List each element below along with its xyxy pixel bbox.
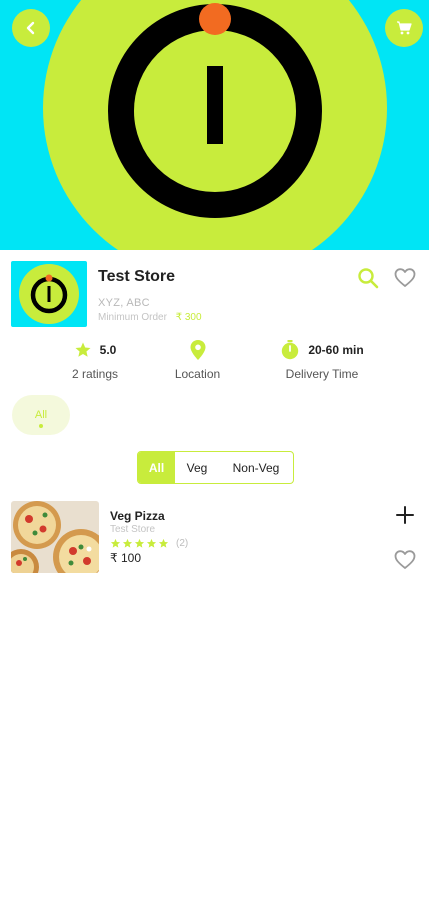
arrow-left-icon xyxy=(26,21,35,35)
store-banner xyxy=(0,0,429,250)
favorite-product-button[interactable] xyxy=(393,548,417,572)
food-type-filter: All Veg Non-Veg xyxy=(137,451,294,484)
star-icon xyxy=(122,538,133,548)
back-button[interactable] xyxy=(12,9,50,47)
delivery-time-value: 20-60 min xyxy=(308,343,364,357)
store-name: Test Store xyxy=(98,268,176,285)
filter-all-button[interactable]: All xyxy=(138,452,175,483)
search-icon xyxy=(358,268,379,289)
cart-button[interactable] xyxy=(385,9,423,47)
favorite-store-button[interactable] xyxy=(393,266,417,290)
star-icon xyxy=(158,538,169,548)
minimum-order: Minimum Order ₹ 300 xyxy=(98,312,202,323)
star-icon xyxy=(110,538,121,548)
add-to-cart-button[interactable] xyxy=(394,504,416,526)
product-store-name: Test Store xyxy=(110,524,156,535)
location-label: Location xyxy=(174,367,221,381)
delivery-time-label: Delivery Time xyxy=(285,367,359,381)
rating-count-label: 2 ratings xyxy=(71,367,119,381)
rating-value: 5.0 xyxy=(99,343,117,357)
star-icon xyxy=(146,538,157,548)
search-button[interactable] xyxy=(356,266,380,290)
store-logo-thumbnail xyxy=(11,261,87,327)
category-tab-all[interactable]: All xyxy=(12,395,70,435)
star-icon xyxy=(75,342,91,357)
product-name[interactable]: Veg Pizza xyxy=(110,509,165,523)
product-image[interactable] xyxy=(11,501,99,573)
plus-icon xyxy=(396,506,414,524)
product-rating: (2) xyxy=(110,538,188,549)
category-selected-dot xyxy=(39,424,43,428)
store-address: XYZ, ABC xyxy=(98,297,150,309)
cart-icon xyxy=(397,21,412,35)
rating-stat: 5.0 2 ratings xyxy=(55,339,135,381)
timer-icon xyxy=(282,340,299,360)
filter-nonveg-button[interactable]: Non-Veg xyxy=(219,452,293,483)
category-label: All xyxy=(34,409,48,421)
filter-veg-button[interactable]: Veg xyxy=(175,452,219,483)
heart-outline-icon xyxy=(394,550,416,569)
product-rating-count: (2) xyxy=(176,538,189,549)
location-pin-icon xyxy=(190,340,205,360)
minimum-order-label: Minimum Order xyxy=(98,312,167,323)
delivery-time-stat: 20-60 min Delivery Time xyxy=(272,339,372,381)
star-icon xyxy=(134,538,145,548)
store-logo-large xyxy=(43,0,387,250)
product-price: ₹ 100 xyxy=(110,551,141,565)
location-stat[interactable]: Location xyxy=(160,339,235,381)
heart-outline-icon xyxy=(394,268,416,287)
minimum-order-value: ₹ 300 xyxy=(175,312,202,323)
